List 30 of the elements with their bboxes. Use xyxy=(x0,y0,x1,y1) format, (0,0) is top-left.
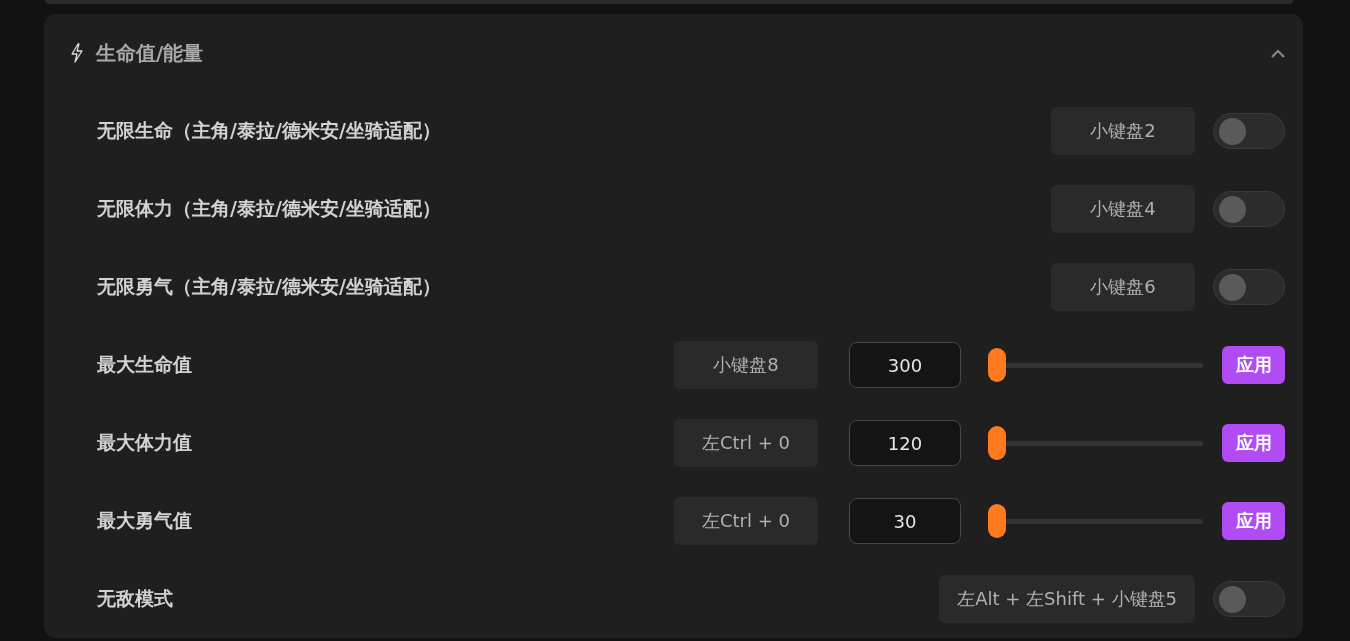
option-label: 最大体力值 xyxy=(97,430,193,455)
hotkey-button[interactable]: 小键盘8 xyxy=(674,341,818,389)
hotkey-button[interactable]: 左Ctrl + 0 xyxy=(674,497,818,545)
value-input[interactable]: 300 xyxy=(849,342,961,388)
toggle-switch[interactable] xyxy=(1213,113,1285,149)
section-title: 生命值/能量 xyxy=(96,39,205,67)
hotkey-button[interactable]: 小键盘4 xyxy=(1051,185,1195,233)
hotkey-button[interactable]: 小键盘2 xyxy=(1051,107,1195,155)
slider-thumb[interactable] xyxy=(988,503,1006,538)
option-label: 无敌模式 xyxy=(97,586,174,611)
toggle-switch[interactable] xyxy=(1213,269,1285,305)
option-label: 无限体力（主角/泰拉/德米安/坐骑适配） xyxy=(97,196,442,221)
hotkey-button[interactable]: 左Alt + 左Shift + 小键盘5 xyxy=(939,575,1195,623)
hotkey-button[interactable]: 小键盘6 xyxy=(1051,263,1195,311)
slider-thumb[interactable] xyxy=(988,425,1006,460)
apply-button[interactable]: 应用 xyxy=(1222,502,1285,540)
option-label: 无限生命（主角/泰拉/德米安/坐骑适配） xyxy=(97,118,442,143)
apply-button[interactable]: 应用 xyxy=(1222,346,1285,384)
option-label: 无限勇气（主角/泰拉/德米安/坐骑适配） xyxy=(97,274,442,299)
value-input[interactable]: 30 xyxy=(849,498,961,544)
toggle-switch[interactable] xyxy=(1213,191,1285,227)
value-input[interactable]: 120 xyxy=(849,420,961,466)
chevron-icon[interactable] xyxy=(1271,48,1285,58)
toggle-switch[interactable] xyxy=(1213,581,1285,617)
lightning-icon xyxy=(70,43,84,63)
option-label: 最大生命值 xyxy=(97,352,193,377)
slider-thumb[interactable] xyxy=(988,347,1006,382)
hotkey-button[interactable]: 左Ctrl + 0 xyxy=(674,419,818,467)
apply-button[interactable]: 应用 xyxy=(1222,424,1285,462)
option-label: 最大勇气值 xyxy=(97,508,193,533)
